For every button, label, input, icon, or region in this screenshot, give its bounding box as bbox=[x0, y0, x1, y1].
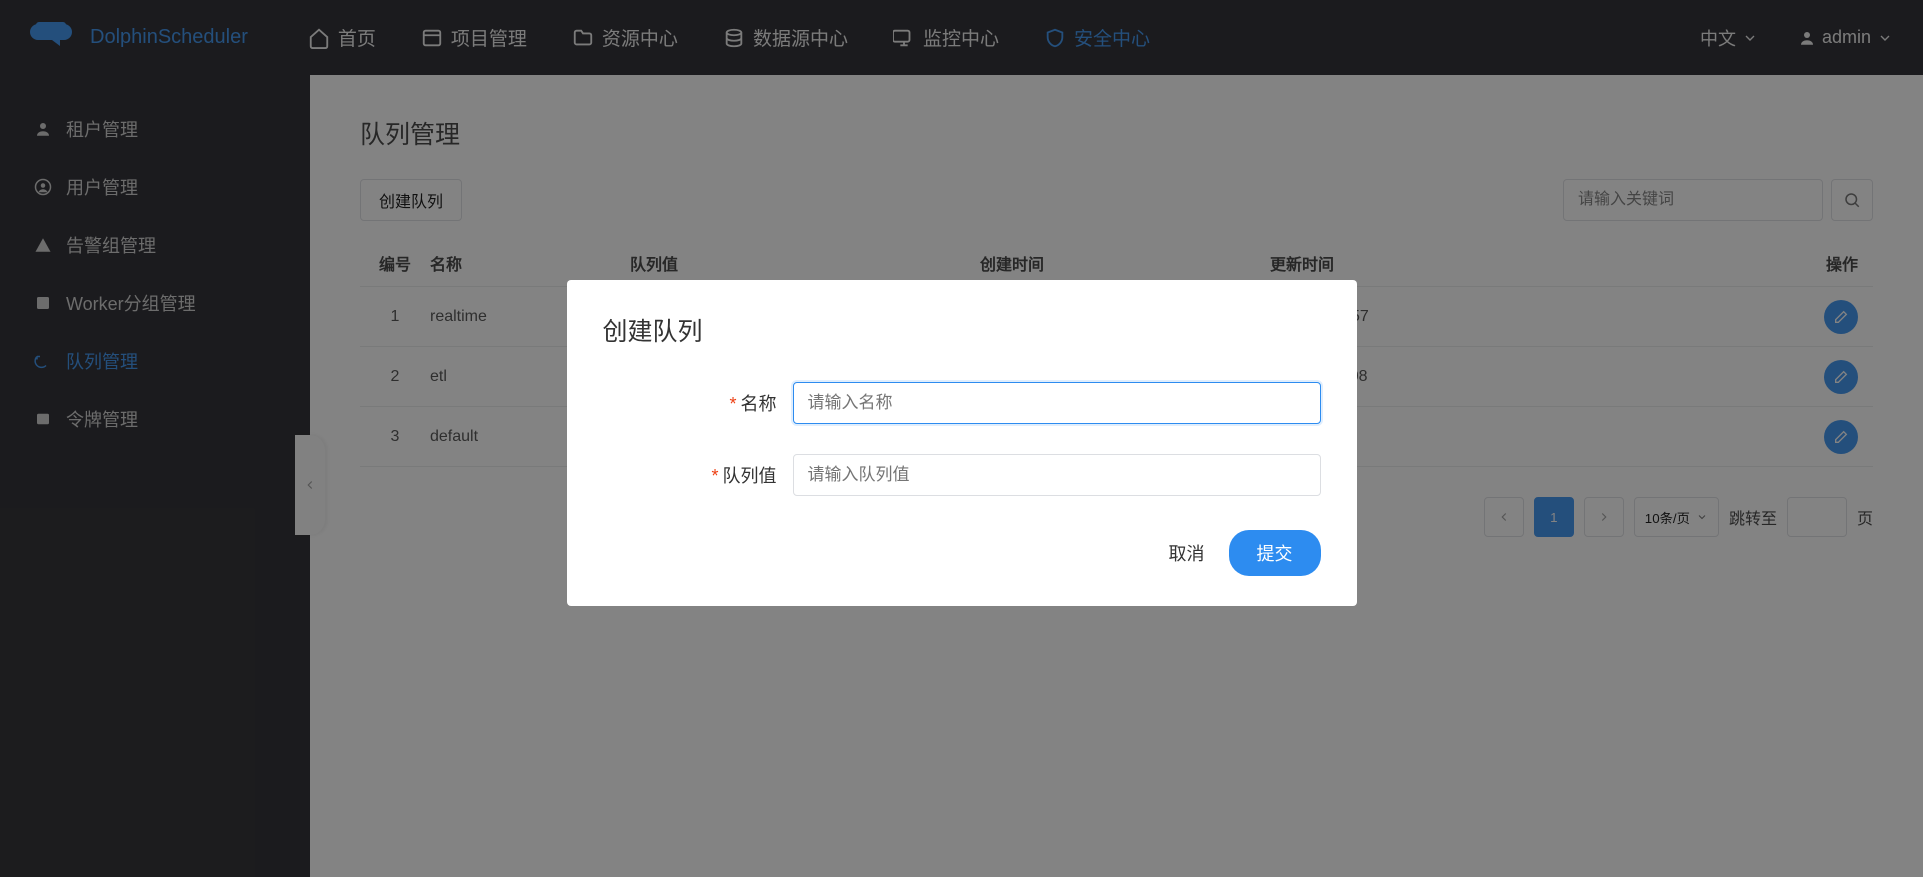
cancel-button[interactable]: 取消 bbox=[1169, 540, 1205, 566]
modal-footer: 取消 提交 bbox=[603, 530, 1321, 576]
create-queue-modal: 创建队列 *名称 *队列值 取消 提交 bbox=[567, 280, 1357, 606]
queue-name-input[interactable] bbox=[793, 382, 1321, 424]
submit-button[interactable]: 提交 bbox=[1229, 530, 1321, 576]
queue-value-input[interactable] bbox=[793, 454, 1321, 496]
label-text: 队列值 bbox=[723, 466, 777, 486]
value-label: *队列值 bbox=[603, 462, 793, 488]
modal-overlay[interactable]: 创建队列 *名称 *队列值 取消 提交 bbox=[0, 0, 1923, 877]
modal-title: 创建队列 bbox=[603, 312, 1321, 348]
name-label: *名称 bbox=[603, 390, 793, 416]
form-row-name: *名称 bbox=[603, 382, 1321, 424]
form-row-value: *队列值 bbox=[603, 454, 1321, 496]
label-text: 名称 bbox=[741, 394, 777, 414]
